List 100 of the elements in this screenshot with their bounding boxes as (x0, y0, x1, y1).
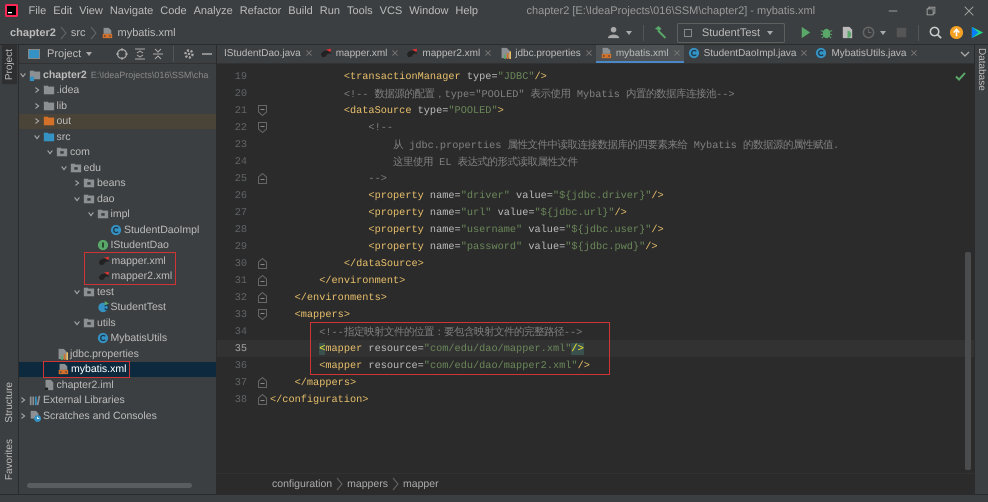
tree-item[interactable]: StudentTest (110, 301, 166, 314)
code-text: <dataSource type="POOLED"> (344, 104, 504, 116)
run-configuration-dropdown[interactable]: StudentTest (676, 22, 785, 42)
close-icon[interactable] (392, 50, 398, 56)
tree-item[interactable]: chapter2.iml (56, 378, 114, 391)
tree-item[interactable]: dao (97, 192, 115, 205)
tree-item[interactable]: External Libraries (43, 394, 125, 406)
tree-item[interactable]: beans (97, 177, 126, 190)
menu-item[interactable]: Build (284, 4, 316, 16)
tree-item[interactable]: StudentDaoImpl (124, 224, 200, 236)
breadcrumb-item[interactable]: configuration (272, 478, 332, 490)
tree-item[interactable]: IStudentDao (110, 239, 169, 252)
close-icon[interactable] (801, 50, 808, 56)
line-number: 35 (234, 342, 248, 354)
editor-tab[interactable]: IStudentDao.java (220, 45, 316, 63)
line-number: 38 (234, 394, 248, 406)
fold-marker-icon[interactable] (258, 122, 267, 133)
editor-tab[interactable]: mybatis.xml (596, 45, 684, 63)
crosshair-icon[interactable] (116, 48, 128, 60)
menu-item[interactable]: Analyze (190, 4, 236, 16)
toolbox-icon[interactable] (970, 25, 985, 40)
caret-icon[interactable] (879, 28, 887, 36)
update-icon[interactable] (949, 25, 964, 40)
coverage-icon[interactable] (840, 25, 855, 40)
project-view-dropdown[interactable]: Project (25, 48, 98, 60)
tree-item[interactable]: src (56, 130, 70, 143)
close-icon[interactable] (586, 50, 592, 56)
tree-item[interactable]: utils (97, 316, 116, 329)
tree-item[interactable]: impl (110, 208, 130, 220)
tree-item[interactable]: lib (56, 100, 68, 112)
menu-item[interactable]: Run (316, 4, 344, 16)
xml-file-icon (100, 26, 113, 38)
editor-tab[interactable]: MybatisUtils.java (811, 45, 922, 63)
menu-item[interactable]: Tools (343, 4, 376, 16)
close-icon[interactable] (485, 50, 492, 56)
tree-item[interactable]: out (56, 115, 72, 128)
menu-item[interactable]: VCS (376, 4, 406, 16)
excluded-row[interactable]: out (19, 114, 216, 129)
scrollbar[interactable] (965, 252, 971, 470)
fold-marker-icon[interactable] (258, 275, 267, 286)
tree-item[interactable]: com (70, 146, 90, 158)
fold-marker-icon[interactable] (258, 258, 267, 269)
line-number: 28 (234, 224, 248, 236)
tree-item[interactable]: MybatisUtils (110, 332, 168, 344)
editor-tab[interactable]: mapper.xml (316, 45, 402, 63)
menu-item[interactable]: Window (406, 4, 452, 16)
editor-tab[interactable]: jdbc.properties (495, 45, 596, 63)
tree-item[interactable]: mapper.xml (112, 254, 166, 267)
breadcrumb-item[interactable]: mapper (402, 478, 439, 490)
close-icon[interactable] (306, 50, 312, 56)
tree-item[interactable]: mybatis.xml (71, 363, 126, 376)
properties-file-icon (56, 348, 68, 360)
fold-marker-icon[interactable] (258, 309, 267, 320)
tree-item[interactable]: .idea (56, 84, 80, 96)
collapse-all-icon[interactable] (152, 48, 164, 60)
scrollbar[interactable] (27, 483, 192, 488)
editor-tab[interactable]: StudentDaoImpl.java (684, 45, 812, 63)
expand-all-icon[interactable] (134, 48, 146, 60)
user-icon[interactable] (606, 25, 622, 40)
class-icon (815, 47, 828, 59)
menu-item[interactable]: Code (156, 4, 190, 16)
tree-item[interactable]: Scratches and Consoles (43, 410, 157, 422)
tree-item[interactable]: mapper2.xml (112, 270, 172, 282)
fold-marker-icon[interactable] (258, 377, 267, 388)
breadcrumb-item[interactable]: mybatis.xml (100, 26, 176, 38)
menu-item[interactable]: Navigate (106, 4, 157, 16)
tool-window-tab[interactable]: Project (2, 45, 16, 84)
editor-tab[interactable]: mapper2.xml (402, 45, 496, 63)
line-number: 22 (234, 122, 248, 134)
breadcrumb-item[interactable]: mappers (347, 478, 388, 490)
close-icon[interactable] (911, 50, 918, 56)
menu-item[interactable]: View (76, 4, 106, 16)
fold-marker-icon[interactable] (258, 394, 267, 405)
code-text: </mappers> (294, 376, 356, 388)
menu-item[interactable]: Refactor (236, 4, 285, 16)
caret-icon[interactable] (624, 28, 633, 36)
code-text: 这里使用 EL 表达式的形式读取属性文件 (393, 155, 578, 168)
restore-icon[interactable] (925, 4, 937, 16)
line-number: 30 (234, 258, 248, 270)
tree-item[interactable]: chapter2 (43, 68, 87, 81)
tree-item[interactable]: jdbc.properties (70, 348, 139, 360)
menu-item[interactable]: File (25, 4, 50, 16)
selected-row[interactable]: mybatis.xml (19, 362, 216, 377)
tool-window-tab[interactable]: Structure (2, 378, 16, 427)
tool-window-tab[interactable]: Favorites (2, 434, 16, 484)
menu-item[interactable]: Help (452, 4, 482, 16)
tree-item[interactable]: edu (84, 162, 102, 174)
settings-icon[interactable] (183, 48, 195, 60)
search-icon[interactable] (928, 25, 943, 40)
chevron-down-icon[interactable] (960, 49, 970, 59)
fold-marker-icon[interactable] (258, 173, 267, 184)
close-icon[interactable] (963, 4, 975, 16)
breadcrumb-item[interactable]: chapter2 (10, 26, 56, 38)
breadcrumb-item[interactable]: src (70, 26, 86, 38)
fold-marker-icon[interactable] (258, 292, 267, 303)
menu-item[interactable]: Edit (50, 4, 76, 16)
hammer-icon[interactable] (652, 25, 668, 40)
fold-marker-icon[interactable] (258, 105, 267, 116)
tree-item[interactable]: test (97, 286, 114, 298)
tool-window-tab[interactable]: Database (976, 45, 987, 94)
